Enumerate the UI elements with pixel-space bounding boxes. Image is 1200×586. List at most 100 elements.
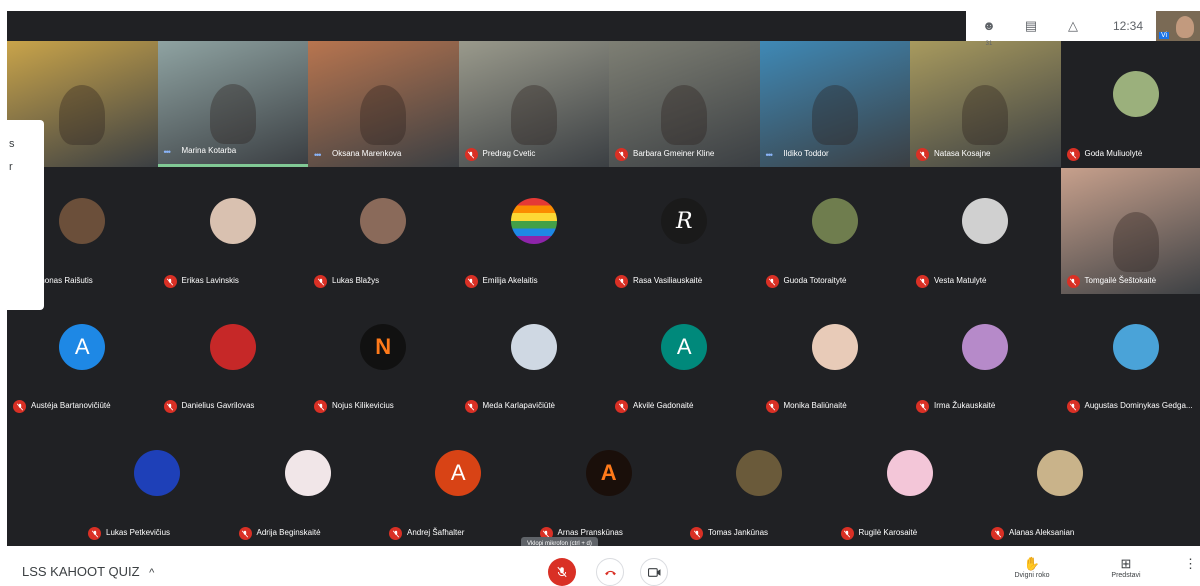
participant-name: Rugilė Karosaitė bbox=[858, 528, 918, 537]
side-panel[interactable]: s r bbox=[0, 120, 44, 310]
meeting-title-text: LSS KAHOOT QUIZ bbox=[22, 564, 140, 579]
participant-name: Monika Baliūnaitė bbox=[783, 401, 847, 410]
mic-off-icon bbox=[314, 400, 327, 413]
participant-name: Irma Žukauskaitė bbox=[934, 401, 996, 410]
participant-tile[interactable]: A Andrej Šafhalter bbox=[383, 419, 534, 546]
avatar: A bbox=[435, 449, 482, 496]
participant-tile[interactable]: N Nojus Kilikevicius bbox=[308, 295, 459, 419]
video-grid: ••• Marina Kotarba ••• Oksana Marenkova Pred… bbox=[7, 11, 1200, 546]
participant-tile[interactable]: Erikas Lavinskis bbox=[157, 168, 308, 294]
participant-tile[interactable]: Meda Karlapavičiūtė bbox=[458, 295, 609, 419]
participant-tile[interactable]: A Austėja Bartanovičiūtė bbox=[7, 295, 158, 419]
participant-tile[interactable]: ••• Oksana Marenkova bbox=[308, 41, 459, 167]
participant-tile[interactable]: ••• Marina Kotarba bbox=[157, 41, 308, 167]
video-person-silhouette bbox=[1112, 212, 1159, 273]
hand-icon: ✋ bbox=[1023, 556, 1041, 571]
participant-tile[interactable]: Adrija Beginskaitė bbox=[232, 419, 383, 546]
avatar bbox=[886, 449, 933, 496]
mic-off-icon bbox=[88, 527, 101, 540]
self-label: Vi bbox=[1159, 32, 1170, 39]
raise-hand-button[interactable]: ✋ Dvigni roko bbox=[1010, 556, 1054, 579]
participant-name: Austėja Bartanovičiūtė bbox=[31, 401, 111, 410]
leave-call-button[interactable] bbox=[596, 558, 624, 586]
participant-tile[interactable]: A Akvilė Gadonaitė bbox=[609, 295, 760, 419]
mic-off-icon bbox=[690, 527, 703, 540]
participant-tile[interactable]: Emilija Akelaitis bbox=[458, 168, 609, 294]
participant-tile[interactable]: Guoda Totoraitytė bbox=[759, 168, 910, 294]
participants-icon[interactable]: ☻31 bbox=[980, 17, 998, 47]
participant-name: Emilija Akelaitis bbox=[482, 276, 538, 285]
video-person-silhouette bbox=[360, 85, 407, 146]
participant-name: Lukas Blažys bbox=[332, 276, 380, 285]
avatar bbox=[1037, 449, 1084, 496]
avatar: R bbox=[661, 198, 708, 244]
microphone-toggle-button[interactable] bbox=[548, 558, 576, 586]
avatar-letter: A bbox=[450, 459, 466, 485]
side-panel-text-2: r bbox=[9, 161, 13, 173]
mic-off-icon bbox=[615, 400, 628, 413]
participant-tile[interactable]: Lukas Blažys bbox=[308, 168, 459, 294]
avatar-letter: A bbox=[74, 334, 90, 359]
bottom-control-bar: LSS KAHOOT QUIZ ^ ✋ Dvigni roko ⊞ Predst… bbox=[0, 546, 1200, 586]
participant-tile[interactable]: Tomgailė Šeštokaitė bbox=[1060, 168, 1200, 294]
video-person-silhouette bbox=[962, 85, 1009, 146]
speaking-indicator-icon: ••• bbox=[765, 150, 774, 160]
participant-tile[interactable]: Natasa Kosajne bbox=[910, 41, 1061, 167]
participant-tile[interactable]: ••• Ildiko Toddor bbox=[759, 41, 910, 167]
participant-tile[interactable]: Alanas Aleksanian bbox=[985, 419, 1136, 546]
activities-icon[interactable]: △ bbox=[1064, 17, 1082, 35]
self-view-thumbnail[interactable]: Vi bbox=[1156, 11, 1200, 41]
avatar: N bbox=[360, 324, 407, 370]
participant-name: Predrag Cvetic bbox=[482, 149, 536, 158]
avatar: A bbox=[585, 449, 632, 496]
participant-tile[interactable]: Lukas Petkevičius bbox=[82, 419, 233, 546]
avatar-letter: R bbox=[675, 208, 693, 234]
mic-off-icon bbox=[557, 566, 567, 578]
participant-tile[interactable]: Goda Muliuolytė bbox=[1060, 41, 1200, 167]
participant-tile[interactable]: Danielius Gavrilovas bbox=[157, 295, 308, 419]
participant-name: Adrija Beginskaitė bbox=[256, 528, 321, 537]
avatar bbox=[209, 324, 256, 370]
camera-icon bbox=[647, 567, 660, 577]
mic-off-icon bbox=[615, 148, 628, 161]
chevron-up-icon: ^ bbox=[149, 567, 155, 579]
participant-name: Barbara Gmeiner Kline bbox=[633, 149, 715, 158]
more-options-button[interactable]: ⋮ bbox=[1184, 556, 1197, 572]
avatar bbox=[1112, 71, 1159, 117]
avatar: A bbox=[661, 324, 708, 370]
participant-tile[interactable]: Predrag Cvetic bbox=[458, 41, 609, 167]
video-person-silhouette bbox=[59, 85, 106, 146]
avatar bbox=[811, 198, 858, 244]
participant-tile[interactable]: A Arnas Pranskūnas bbox=[533, 419, 684, 546]
mic-off-icon bbox=[464, 148, 478, 161]
participants-count: 31 bbox=[985, 41, 993, 47]
participant-name: Guoda Totoraitytė bbox=[783, 276, 847, 285]
present-button[interactable]: ⊞ Predstavi bbox=[1104, 556, 1148, 579]
side-panel-text-1: s bbox=[9, 138, 15, 150]
participant-tile[interactable]: Tomas Jankūnas bbox=[684, 419, 835, 546]
clock: 12:34 bbox=[1113, 19, 1144, 33]
video-person-silhouette bbox=[510, 85, 557, 146]
avatar bbox=[510, 324, 557, 370]
participant-name: Augustas Dominykas Gedga... bbox=[1084, 401, 1193, 410]
present-label: Predstavi bbox=[1111, 572, 1141, 579]
avatar bbox=[510, 198, 557, 244]
participant-tile[interactable]: Monika Baliūnaitė bbox=[759, 295, 910, 419]
camera-toggle-button[interactable] bbox=[640, 558, 668, 586]
avatar bbox=[209, 198, 256, 244]
participant-tile[interactable]: Vesta Matulytė bbox=[910, 168, 1061, 294]
participant-name: Rasa Vasiliauskaitė bbox=[633, 276, 703, 285]
avatar-letter: A bbox=[600, 459, 617, 485]
mic-off-icon bbox=[314, 275, 327, 288]
meeting-title[interactable]: LSS KAHOOT QUIZ ^ bbox=[22, 564, 154, 579]
participant-tile[interactable]: Augustas Dominykas Gedga... bbox=[1060, 295, 1200, 419]
participant-tile[interactable]: Rugilė Karosaitė bbox=[834, 419, 985, 546]
participant-tile[interactable]: R Rasa Vasiliauskaitė bbox=[609, 168, 760, 294]
speaking-indicator-icon: ••• bbox=[314, 150, 322, 160]
participant-name: Erikas Lavinskis bbox=[181, 276, 239, 285]
participant-tile[interactable]: Irma Žukauskaitė bbox=[910, 295, 1061, 419]
avatar bbox=[811, 324, 858, 370]
chat-icon[interactable]: ▤ bbox=[1022, 17, 1040, 35]
participant-name: Akvilė Gadonaitė bbox=[633, 401, 694, 410]
participant-tile[interactable]: Barbara Gmeiner Kline bbox=[609, 41, 760, 167]
